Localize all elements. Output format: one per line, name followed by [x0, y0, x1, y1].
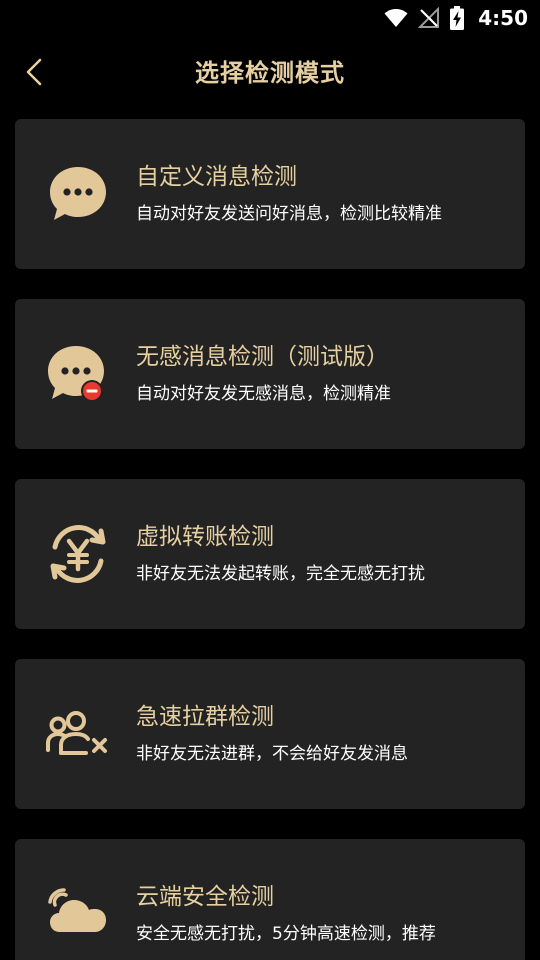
chat-bubble-blocked-icon [45, 341, 111, 407]
mode-description: 非好友无法发起转账，完全无感无打扰 [136, 564, 425, 584]
mode-title: 自定义消息检测 [136, 164, 297, 190]
wifi-icon [384, 9, 408, 27]
mode-card-silent-message[interactable]: 无感消息检测（测试版） 自动对好友发无感消息，检测精准 [15, 299, 525, 449]
mode-description: 自动对好友发送问好消息，检测比较精准 [136, 204, 442, 224]
mode-card-cloud-secure[interactable]: 云端安全检测 安全无感无打扰，5分钟高速检测，推荐 [15, 839, 525, 960]
cloud-signal-icon [45, 881, 111, 947]
mode-title: 急速拉群检测 [136, 704, 274, 730]
mode-description: 非好友无法进群，不会给好友发消息 [136, 744, 408, 764]
status-bar: 4:50 [0, 0, 540, 36]
mode-card-virtual-transfer[interactable]: 虚拟转账检测 非好友无法发起转账，完全无感无打扰 [15, 479, 525, 629]
page-title: 选择检测模式 [195, 58, 345, 87]
mode-title: 虚拟转账检测 [136, 524, 274, 550]
mode-description: 安全无感无打扰，5分钟高速检测，推荐 [136, 924, 436, 944]
mode-title: 无感消息检测（测试版） [136, 344, 389, 370]
group-remove-icon [45, 701, 111, 767]
app-header: 选择检测模式 [0, 36, 540, 104]
mode-card-fast-group[interactable]: 急速拉群检测 非好友无法进群，不会给好友发消息 [15, 659, 525, 809]
yuan-transfer-icon [45, 521, 111, 587]
mode-description: 自动对好友发无感消息，检测精准 [136, 384, 391, 404]
mode-title: 云端安全检测 [136, 884, 274, 910]
no-signal-icon [418, 7, 440, 28]
back-button[interactable] [14, 52, 54, 92]
battery-charging-icon [450, 6, 465, 30]
back-chevron-icon [26, 58, 42, 86]
chat-bubble-icon [45, 161, 111, 227]
mode-card-custom-message[interactable]: 自定义消息检测 自动对好友发送问好消息，检测比较精准 [15, 119, 525, 269]
status-time: 4:50 [478, 6, 528, 30]
